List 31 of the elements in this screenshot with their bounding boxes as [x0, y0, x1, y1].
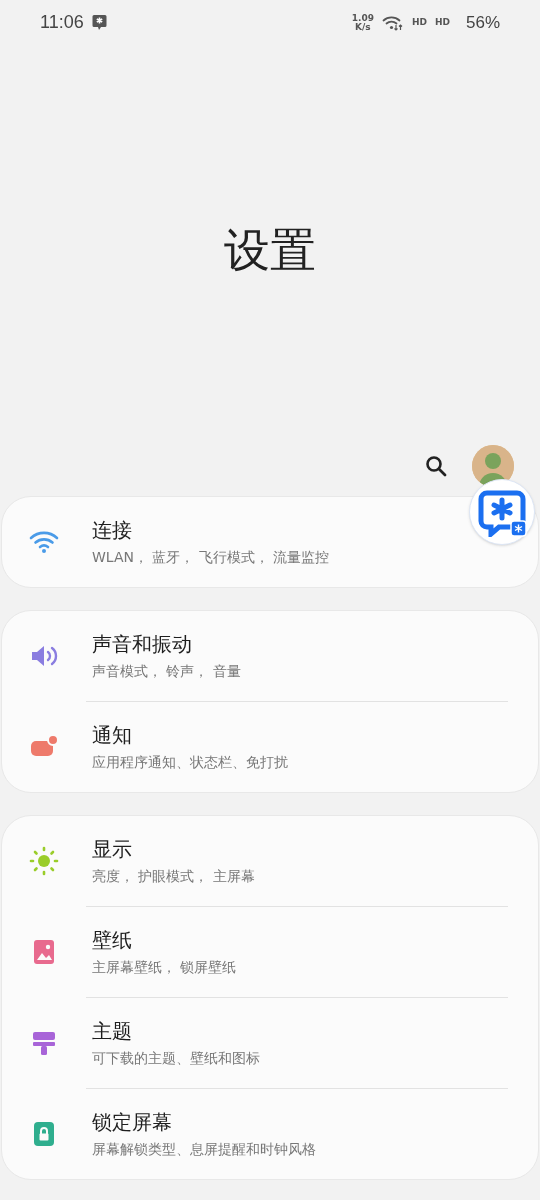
page-title: 设置 — [224, 221, 316, 279]
item-subtitle: 声音模式， 铃声， 音量 — [92, 662, 241, 681]
item-title: 主题 — [92, 1018, 133, 1044]
item-title: 显示 — [92, 836, 133, 862]
item-subtitle: 可下载的主题、壁纸和图标 — [92, 1049, 260, 1068]
item-subtitle: 亮度， 护眼模式， 主屏幕 — [92, 867, 255, 886]
settings-item[interactable]: 壁纸 主屏幕壁纸， 锁屏壁纸 — [2, 907, 538, 997]
item-subtitle: 主屏幕壁纸， 锁屏壁纸 — [92, 958, 237, 977]
profile-avatar[interactable] — [472, 444, 514, 487]
settings-item[interactable]: 主题 可下载的主题、壁纸和图标 — [2, 998, 538, 1088]
item-title: 锁定屏幕 — [92, 1109, 173, 1135]
item-title: 声音和振动 — [92, 631, 193, 657]
item-subtitle: 应用程序通知、状态栏、免打扰 — [92, 753, 288, 772]
item-title: 连接 — [92, 517, 133, 543]
item-subtitle: 屏幕解锁类型、息屏提醒和时钟风格 — [92, 1140, 316, 1159]
speed-unit: K/s — [355, 22, 371, 32]
network-type-label: HD — [411, 15, 427, 29]
chat-bubble-icon — [91, 14, 107, 31]
settings-item[interactable]: 声音和振动 声音模式， 铃声， 音量 — [2, 611, 538, 701]
item-subtitle: WLAN， 蓝牙， 飞行模式， 流量监控 — [92, 548, 330, 567]
settings-item[interactable]: 锁定屏幕 屏幕解锁类型、息屏提醒和时钟风格 — [2, 1089, 538, 1179]
network-speed: 1.09 — [351, 13, 374, 23]
item-title: 壁纸 — [92, 927, 133, 953]
item-title: 通知 — [92, 722, 133, 748]
settings-item[interactable]: 通知 应用程序通知、状态栏、免打扰 — [2, 702, 538, 792]
battery-percent: 56% — [465, 11, 500, 34]
wifi-icon — [381, 14, 404, 31]
network-type-label: HD — [434, 15, 450, 29]
settings-item[interactable]: 显示 亮度， 护眼模式， 主屏幕 — [2, 816, 538, 906]
settings-item[interactable]: 连接 WLAN， 蓝牙， 飞行模式， 流量监控 — [2, 497, 538, 587]
status-time: 11:06 — [40, 11, 84, 34]
